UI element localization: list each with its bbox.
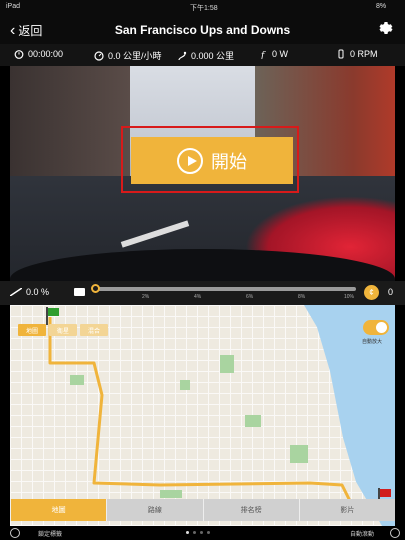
gear-icon[interactable]: [377, 19, 395, 37]
play-icon: [177, 147, 203, 174]
power-value: 0 W: [272, 49, 289, 59]
clock: 下午1:58: [190, 5, 218, 12]
navigation-bar: ‹ 返回 San Francisco Ups and Downs: [0, 14, 405, 44]
auto-zoom-label: 自動放大: [361, 339, 382, 345]
route-icon: [178, 51, 187, 60]
map-tab-hybrid[interactable]: 混合: [80, 324, 108, 336]
coin-icon: ¢: [364, 285, 379, 300]
svg-text:f: f: [260, 51, 266, 59]
grade-tick: 2%: [142, 294, 150, 300]
tab-video[interactable]: 影片: [298, 499, 395, 521]
auto-scroll-label[interactable]: 自動滾動: [350, 529, 374, 538]
cadence: 0 RPM: [336, 49, 378, 59]
bottom-tab-bar: 地圖 路線 排名榜 影片: [10, 499, 395, 521]
power-icon: f: [260, 51, 266, 59]
tab-route[interactable]: 路線: [106, 499, 203, 521]
grade-tick: 8%: [298, 294, 306, 300]
cadence-value: 0 RPM: [350, 49, 378, 59]
camera-icon[interactable]: [74, 288, 85, 296]
start-flag-icon: [46, 307, 60, 325]
ride-stats-bar: 00:00:00 0.0 公里/小時 0.000 公里 f 0 W 0 RPM: [0, 44, 405, 66]
route-map[interactable]: 地圖 衛星 混合 自動放大: [10, 305, 395, 526]
grade-tick: 6%: [246, 294, 254, 300]
route-line: [48, 317, 383, 505]
lock-tabs-icon[interactable]: [10, 528, 20, 538]
page-dot: [200, 531, 203, 534]
distance: 0.000 公里: [177, 49, 234, 62]
progress-knob[interactable]: [91, 284, 100, 293]
tab-leaderboard[interactable]: 排名榜: [202, 499, 299, 521]
distance-value: 0.000 公里: [191, 51, 235, 61]
speed-value: 0.0 公里/小時: [108, 51, 162, 61]
elapsed-time: 00:00:00: [14, 49, 63, 59]
battery-level: 8%: [376, 3, 387, 10]
tab-map[interactable]: 地圖: [10, 499, 107, 521]
grade-readout: 0.0 %: [10, 287, 49, 297]
power: f 0 W: [258, 49, 288, 59]
speed: 0.0 公里/小時: [94, 49, 162, 62]
elevation-timeline: 0.0 % 2% 4% 6% 8% 10% ¢ 0: [0, 281, 405, 305]
page-dot: [186, 531, 189, 534]
elapsed-value: 00:00:00: [28, 49, 64, 59]
pedal-icon: [338, 49, 344, 59]
grade-tick: 4%: [194, 294, 202, 300]
page-title: San Francisco Ups and Downs: [114, 23, 291, 37]
auto-scroll-icon[interactable]: [390, 528, 400, 538]
map-type-tabs: 地圖 衛星 混合: [18, 324, 108, 336]
map-tab-satellite[interactable]: 衛星: [49, 324, 77, 336]
start-label: 開始: [211, 151, 247, 173]
page-dot: [193, 531, 196, 534]
progress-slider[interactable]: [91, 284, 356, 293]
start-button[interactable]: 開始: [131, 137, 293, 184]
lock-tabs-label[interactable]: 鎖定標籤: [38, 529, 62, 538]
page-dot: [207, 531, 210, 534]
grade-value: 0.0 %: [26, 287, 50, 297]
page-indicator[interactable]: [186, 531, 210, 534]
status-bar: iPad 下午1:58 8%: [0, 0, 405, 14]
device-label: iPad: [6, 3, 21, 10]
auto-zoom-toggle[interactable]: [363, 320, 389, 335]
speedometer-icon: [94, 50, 104, 61]
map-tab-standard[interactable]: 地圖: [18, 324, 46, 336]
grade-scale: 2% 4% 6% 8% 10%: [94, 294, 356, 302]
stopwatch-icon: [14, 50, 24, 59]
grade-tick: 10%: [344, 294, 355, 300]
footer-bar: 鎖定標籤 自動滾動: [0, 526, 405, 540]
coin-count: 0: [388, 287, 394, 297]
slope-icon: [10, 288, 22, 296]
